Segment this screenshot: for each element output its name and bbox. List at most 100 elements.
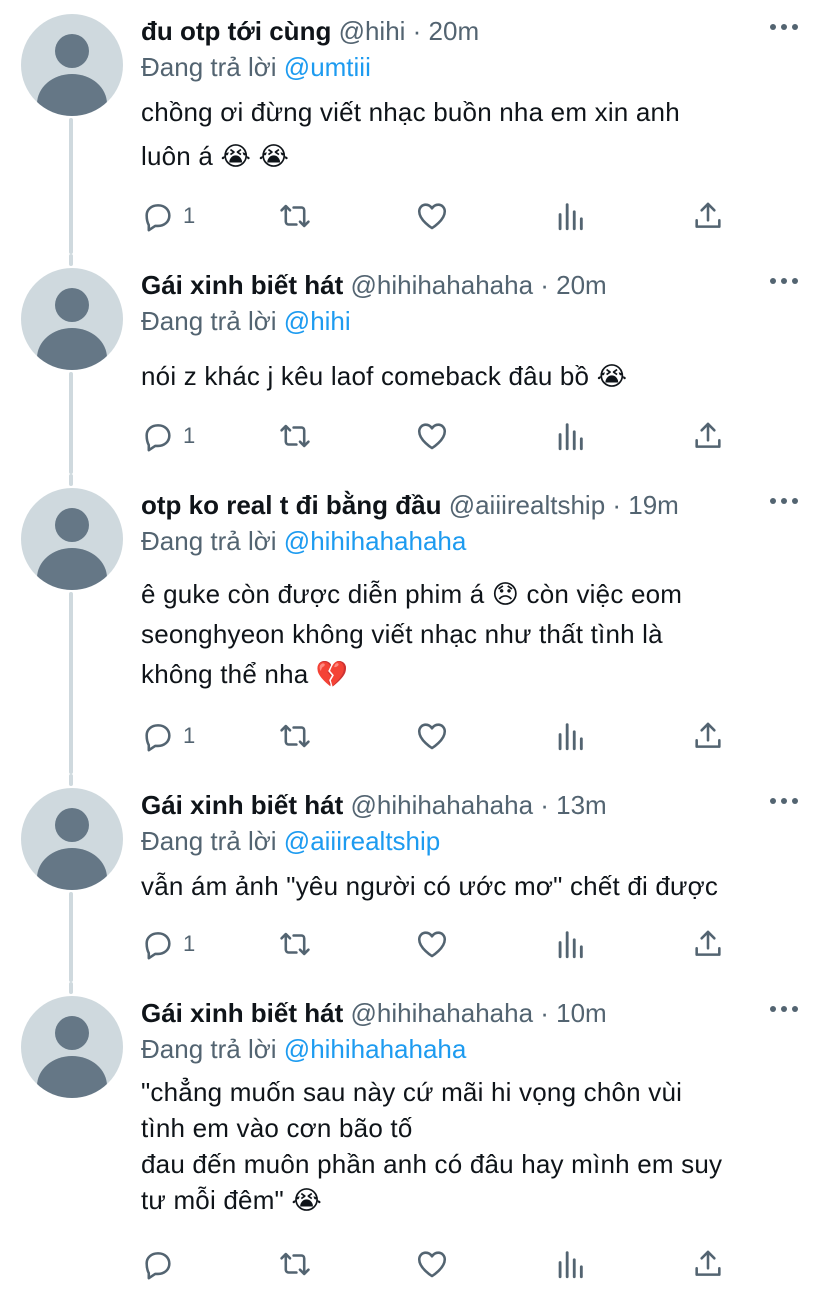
share-button[interactable] [691, 418, 725, 454]
thread-line [69, 372, 73, 474]
display-name[interactable]: đu otp tới cùng [141, 16, 331, 46]
tweet-header: otp ko real t đi bằng đầu @aiiirealtship… [141, 488, 808, 522]
avatar[interactable] [21, 788, 123, 890]
reply-button[interactable]: 1 [141, 418, 195, 454]
display-name[interactable]: Gái xinh biết hát [141, 790, 343, 820]
replying-to: Đang trả lời @hihihahahaha [141, 1032, 466, 1066]
analytics-icon [558, 423, 583, 451]
share-button[interactable] [691, 1246, 725, 1282]
display-name[interactable]: Gái xinh biết hát [141, 998, 343, 1028]
tweet[interactable]: Gái xinh biết hát @hihihahahaha · 20m Đa… [0, 254, 828, 474]
retweet-button[interactable] [277, 198, 313, 234]
share-icon [695, 930, 721, 956]
retweet-icon [280, 932, 310, 956]
reply-icon [145, 204, 171, 232]
replying-label: Đang trả lời [141, 526, 277, 556]
views-button[interactable] [553, 926, 587, 962]
reply-button[interactable] [141, 1246, 183, 1282]
replying-label: Đang trả lời [141, 52, 277, 82]
replying-label: Đang trả lời [141, 306, 277, 336]
tweet-text: ê guke còn được diễn phim á 😞 còn việc e… [141, 579, 683, 689]
tweet-actions [141, 1246, 741, 1282]
tweet[interactable]: đu otp tới cùng @hihi · 20m Đang trả lời… [0, 0, 828, 254]
more-options-icon[interactable] [770, 798, 798, 806]
more-options-icon[interactable] [770, 24, 798, 32]
retweet-button[interactable] [277, 418, 313, 454]
thread-line [69, 774, 73, 786]
replying-to: Đang trả lời @hihihahahaha [141, 524, 466, 558]
like-button[interactable] [415, 1246, 449, 1282]
share-icon [695, 1250, 721, 1276]
like-button[interactable] [415, 718, 449, 754]
tweet-text: "chẳng muốn sau này cứ mãi hi vọng chôn … [141, 1077, 723, 1215]
replying-to: Đang trả lời @umtiii [141, 50, 371, 84]
more-options-icon[interactable] [770, 498, 798, 506]
tweet-header: Gái xinh biết hát @hihihahahaha · 20m [141, 268, 808, 302]
avatar[interactable] [21, 996, 123, 1098]
views-button[interactable] [553, 1246, 587, 1282]
reply-mention-link[interactable]: @aiiirealtship [284, 826, 440, 856]
tweet[interactable]: otp ko real t đi bằng đầu @aiiirealtship… [0, 474, 828, 774]
handle-and-time[interactable]: @hihi · 20m [339, 16, 480, 46]
retweet-icon [280, 424, 310, 448]
more-options-icon[interactable] [770, 278, 798, 286]
reply-mention-link[interactable]: @hihihahahaha [284, 526, 467, 556]
retweet-button[interactable] [277, 1246, 313, 1282]
share-icon [695, 422, 721, 448]
analytics-icon [558, 203, 583, 231]
reply-mention-link[interactable]: @umtiii [284, 52, 371, 82]
reply-button[interactable]: 1 [141, 926, 195, 962]
tweet-actions: 1 [141, 418, 741, 454]
retweet-icon [280, 1252, 310, 1276]
handle-and-time[interactable]: @hihihahahaha · 20m [350, 270, 606, 300]
handle-and-time[interactable]: @aiiirealtship · 19m [449, 490, 679, 520]
reply-icon [145, 1252, 171, 1280]
retweet-button[interactable] [277, 718, 313, 754]
reply-count: 1 [183, 423, 196, 448]
analytics-icon [558, 1251, 583, 1279]
share-button[interactable] [691, 718, 725, 754]
avatar[interactable] [21, 268, 123, 370]
views-button[interactable] [553, 418, 587, 454]
reply-count: 1 [183, 723, 196, 748]
tweet-header: Gái xinh biết hát @hihihahahaha · 13m [141, 788, 808, 822]
views-button[interactable] [553, 718, 587, 754]
thread-line [69, 892, 73, 982]
reply-mention-link[interactable]: @hihi [284, 306, 351, 336]
replying-label: Đang trả lời [141, 826, 277, 856]
handle-and-time[interactable]: @hihihahahaha · 10m [350, 998, 606, 1028]
reply-mention-link[interactable]: @hihihahahaha [284, 1034, 467, 1064]
tweet[interactable]: Gái xinh biết hát @hihihahahaha · 10m Đa… [0, 982, 828, 1289]
reply-button[interactable]: 1 [141, 718, 195, 754]
analytics-icon [558, 723, 583, 751]
handle-and-time[interactable]: @hihihahahaha · 13m [350, 790, 606, 820]
display-name[interactable]: otp ko real t đi bằng đầu [141, 490, 441, 520]
like-button[interactable] [415, 926, 449, 962]
heart-icon [417, 931, 447, 958]
tweet-text: vẫn ám ảnh "yêu người có ước mơ" chết đi… [141, 871, 719, 901]
heart-icon [417, 1251, 447, 1278]
views-button[interactable] [553, 198, 587, 234]
tweet-actions: 1 [141, 198, 741, 234]
thread-line [69, 592, 73, 774]
thread-line [69, 118, 73, 254]
more-options-icon[interactable] [770, 1006, 798, 1014]
reply-button[interactable]: 1 [141, 198, 195, 234]
like-button[interactable] [415, 198, 449, 234]
avatar[interactable] [21, 488, 123, 590]
heart-icon [417, 423, 447, 450]
avatar[interactable] [21, 14, 123, 116]
retweet-button[interactable] [277, 926, 313, 962]
reply-icon [145, 932, 171, 960]
analytics-icon [558, 931, 583, 959]
display-name[interactable]: Gái xinh biết hát [141, 270, 343, 300]
share-button[interactable] [691, 198, 725, 234]
share-button[interactable] [691, 926, 725, 962]
reply-count: 1 [183, 931, 196, 956]
tweet[interactable]: Gái xinh biết hát @hihihahahaha · 13m Đa… [0, 774, 828, 982]
reply-icon [145, 724, 171, 752]
tweet-actions: 1 [141, 718, 741, 754]
heart-icon [417, 203, 447, 230]
like-button[interactable] [415, 418, 449, 454]
reply-icon [145, 424, 171, 452]
